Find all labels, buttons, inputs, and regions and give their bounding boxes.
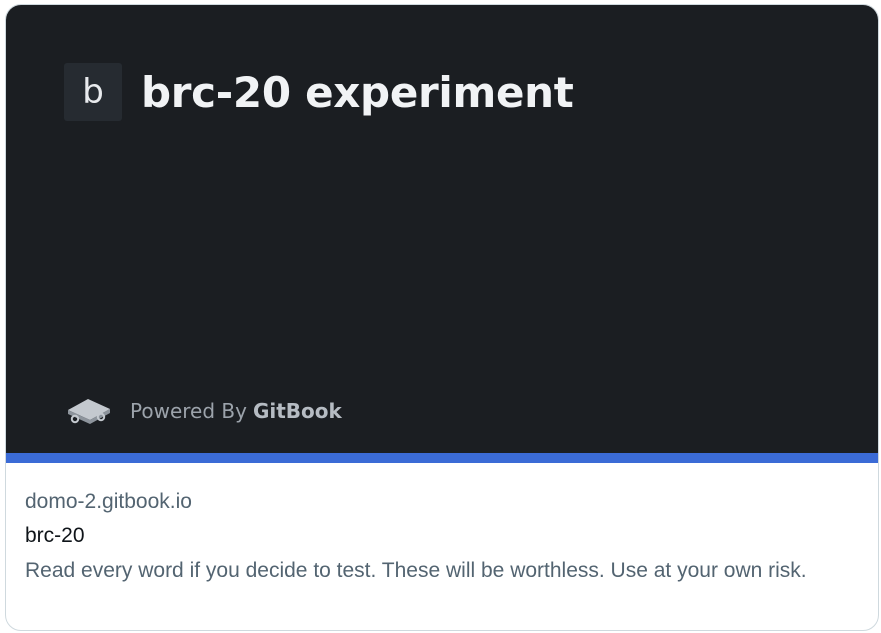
card-info[interactable]: domo-2.gitbook.io brc-20 Read every word… <box>6 463 878 630</box>
card-media-image[interactable]: b brc-20 experiment Powered By GitBook <box>6 5 878 453</box>
powered-by-label: Powered By <box>130 399 247 423</box>
site-logo: b <box>64 63 122 121</box>
link-preview-card[interactable]: b brc-20 experiment Powered By GitBook d… <box>5 4 879 631</box>
site-logo-letter: b <box>82 72 104 112</box>
media-title: brc-20 experiment <box>141 68 574 117</box>
accent-bar <box>6 453 878 463</box>
card-domain: domo-2.gitbook.io <box>25 490 192 513</box>
gitbook-icon <box>68 399 110 424</box>
gitbook-brand-label: GitBook <box>252 399 342 423</box>
powered-by-badge: Powered By GitBook <box>64 395 342 427</box>
card-description: Read every word if you decide to test. T… <box>25 559 807 582</box>
card-title: brc-20 <box>25 524 85 547</box>
